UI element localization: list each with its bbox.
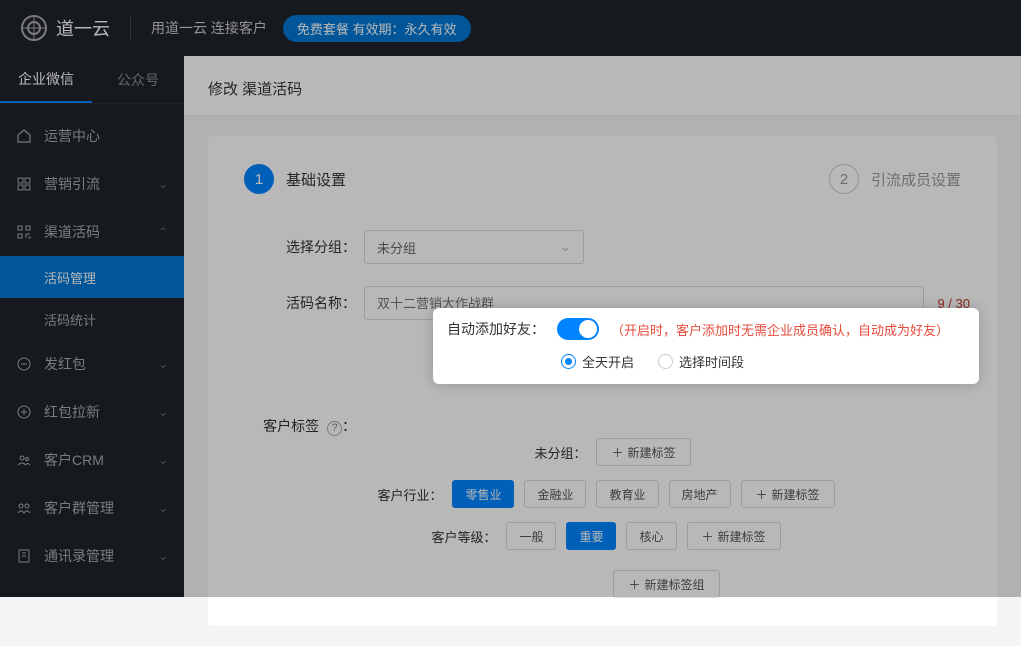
sidebar-tabs: 企业微信 公众号 bbox=[0, 56, 184, 104]
sidebar-item-customer-crm[interactable]: 客户CRM ⌄ bbox=[0, 436, 184, 484]
gift-icon bbox=[16, 356, 32, 372]
sidebar-item-channel-code[interactable]: 渠道活码 ⌃ bbox=[0, 208, 184, 256]
form-card: 1 基础设置 2 引流成员设置 选择分组： 未分组 ⌄ bbox=[208, 136, 997, 626]
step-1-label: 基础设置 bbox=[286, 169, 346, 190]
select-group[interactable]: 未分组 ⌄ bbox=[364, 230, 584, 264]
tag-row-industry: 客户行业： 零售业 金融业 教育业 房地产 ＋新建标签 bbox=[244, 480, 961, 508]
sidebar-item-contacts[interactable]: 通讯录管理 ⌄ bbox=[0, 532, 184, 580]
row-code-name: 活码名称： 9 / 30 bbox=[244, 286, 961, 320]
header-slogan: 用道一云 连接客户 bbox=[151, 18, 267, 38]
char-count: 9 / 30 bbox=[937, 296, 970, 311]
new-tag-button-2[interactable]: ＋新建标签 bbox=[687, 522, 781, 550]
chevron-down-icon: ⌄ bbox=[158, 177, 168, 191]
chevron-up-icon: ⌃ bbox=[158, 225, 168, 239]
sidebar-sub-code-manage[interactable]: 活码管理 bbox=[0, 256, 184, 298]
steps-indicator: 1 基础设置 2 引流成员设置 bbox=[244, 164, 961, 194]
new-tag-button-0[interactable]: ＋新建标签 bbox=[596, 438, 690, 466]
chevron-down-icon: ⌄ bbox=[158, 357, 168, 371]
plan-badge: 免费套餐 有效期：永久有效 bbox=[283, 15, 471, 42]
step-2-label: 引流成员设置 bbox=[871, 169, 961, 190]
tag-normal[interactable]: 一般 bbox=[506, 522, 556, 550]
tag-finance[interactable]: 金融业 bbox=[524, 480, 586, 508]
sidebar-item-operations[interactable]: 运营中心 bbox=[0, 112, 184, 160]
gift-plus-icon bbox=[16, 404, 32, 420]
row-select-group: 选择分组： 未分组 ⌄ bbox=[244, 230, 961, 264]
grid-icon bbox=[16, 176, 32, 192]
content-area: 1 基础设置 2 引流成员设置 选择分组： 未分组 ⌄ bbox=[184, 116, 1021, 646]
step-2[interactable]: 2 引流成员设置 bbox=[829, 164, 961, 194]
toggle-auto-add[interactable] bbox=[557, 318, 599, 340]
main-panel: 修改 渠道活码 1 基础设置 2 引流成员设置 选择分组： 未分组 bbox=[184, 56, 1021, 597]
users-icon bbox=[16, 452, 32, 468]
radio-time-range[interactable]: 选择时间段 bbox=[658, 352, 744, 371]
header-divider bbox=[130, 16, 131, 40]
tag-important[interactable]: 重要 bbox=[566, 522, 616, 550]
tags-section: 未分组： ＋新建标签 客户行业： 零售业 金融业 教育业 房地产 ＋新建标签 客… bbox=[372, 438, 961, 598]
brand-logo-icon bbox=[20, 14, 48, 42]
tag-retail[interactable]: 零售业 bbox=[452, 480, 514, 508]
sidebar-sub-code-stats[interactable]: 活码统计 bbox=[0, 298, 184, 340]
radio-all-day[interactable]: 全天开启 bbox=[561, 352, 634, 371]
label-code-name: 活码名称： bbox=[244, 293, 364, 313]
tab-public-account[interactable]: 公众号 bbox=[92, 56, 184, 103]
help-icon[interactable]: ? bbox=[327, 421, 342, 436]
sidebar-item-red-packet[interactable]: 发红包 ⌄ bbox=[0, 340, 184, 388]
row-customer-tags: 客户标签 ?： bbox=[244, 412, 961, 436]
tag-row-ungrouped: 未分组： ＋新建标签 bbox=[244, 438, 961, 466]
tag-education[interactable]: 教育业 bbox=[596, 480, 658, 508]
tag-row-label-ungrouped: 未分组： bbox=[514, 443, 586, 462]
chevron-down-icon: ⌄ bbox=[158, 405, 168, 419]
chevron-down-icon: ⌄ bbox=[158, 501, 168, 515]
label-select-group: 选择分组： bbox=[244, 237, 364, 257]
sidebar-menu: 运营中心 营销引流 ⌄ 渠道活码 ⌃ 活码管理 活码统计 发红包 ⌄ 红包拉新 … bbox=[0, 104, 184, 580]
brand-name: 道一云 bbox=[56, 15, 110, 41]
tag-core[interactable]: 核心 bbox=[626, 522, 676, 550]
chevron-down-icon: ⌄ bbox=[158, 549, 168, 563]
tab-enterprise-wechat[interactable]: 企业微信 bbox=[0, 56, 92, 103]
brand-logo: 道一云 bbox=[20, 14, 110, 42]
app-header: 道一云 用道一云 连接客户 免费套餐 有效期：永久有效 bbox=[0, 0, 1021, 56]
chevron-down-icon: ⌄ bbox=[158, 453, 168, 467]
page-title: 修改 渠道活码 bbox=[184, 56, 1021, 116]
home-icon bbox=[16, 128, 32, 144]
chevron-down-icon: ⌄ bbox=[560, 239, 571, 255]
book-icon bbox=[16, 548, 32, 564]
sidebar-item-group-manage[interactable]: 客户群管理 ⌄ bbox=[0, 484, 184, 532]
tag-row-label-industry: 客户行业： bbox=[370, 485, 442, 504]
input-code-name[interactable] bbox=[364, 286, 924, 320]
sidebar-item-red-packet-new[interactable]: 红包拉新 ⌄ bbox=[0, 388, 184, 436]
step-1[interactable]: 1 基础设置 bbox=[244, 164, 346, 194]
tag-row-level: 客户等级： 一般 重要 核心 ＋新建标签 bbox=[244, 522, 961, 550]
step-1-num: 1 bbox=[244, 164, 274, 194]
tag-row-label-level: 客户等级： bbox=[424, 527, 496, 546]
label-customer-tags: 客户标签 ?： bbox=[244, 412, 364, 436]
sidebar: 企业微信 公众号 运营中心 营销引流 ⌄ 渠道活码 ⌃ 活码管理 活码统计 发红… bbox=[0, 56, 184, 597]
step-2-num: 2 bbox=[829, 164, 859, 194]
group-icon bbox=[16, 500, 32, 516]
tag-realestate[interactable]: 房地产 bbox=[669, 480, 731, 508]
sidebar-item-marketing[interactable]: 营销引流 ⌄ bbox=[0, 160, 184, 208]
qr-icon bbox=[16, 224, 32, 240]
new-tag-button-1[interactable]: ＋新建标签 bbox=[741, 480, 835, 508]
new-tag-group-button[interactable]: ＋新建标签组 bbox=[613, 570, 719, 598]
